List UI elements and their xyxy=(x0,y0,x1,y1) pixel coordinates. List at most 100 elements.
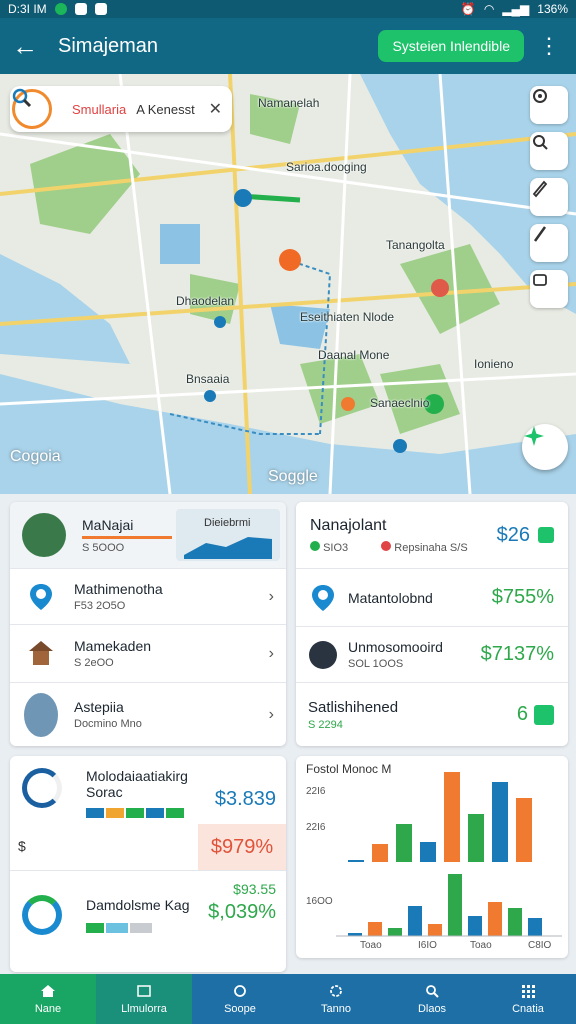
page-title: Simajeman xyxy=(58,34,159,57)
map-view[interactable]: Namanelah Sarioa.dooging Tanangolta Dhao… xyxy=(0,74,576,494)
avatar xyxy=(306,638,340,672)
nav-simulation[interactable]: Llmulorra xyxy=(96,974,192,1024)
chart-bar xyxy=(348,860,364,862)
chart-bar xyxy=(492,782,508,862)
list-item-sub: Docmino Mno xyxy=(74,718,142,730)
mini-chart: Dieiebrmi xyxy=(176,509,280,561)
back-arrow-icon[interactable]: ← xyxy=(12,31,42,62)
chart-bar xyxy=(528,918,542,936)
map-watermark-center: Soggle xyxy=(268,468,318,485)
search-icon xyxy=(12,88,52,129)
chart-bar xyxy=(488,902,502,936)
finance-value: $26 xyxy=(496,523,530,546)
donut-chart-icon xyxy=(22,894,62,935)
map-label: Bnsaaia xyxy=(186,372,230,386)
nav-discover[interactable]: Dlaos xyxy=(384,974,480,1024)
list-item-value: 6 xyxy=(516,703,528,725)
nav-grid[interactable]: Cnatia xyxy=(480,974,576,1024)
stats-item[interactable]: Molodaiaatiakirg Sorac $3.839 $ $979% xyxy=(10,756,286,870)
nav-label: Llmulorra xyxy=(121,1003,167,1015)
list-item[interactable]: Unmosomooird SOL 1OOS $7137% xyxy=(296,626,568,682)
map-canvas xyxy=(0,74,576,494)
alarm-icon: ⏰ xyxy=(460,2,476,16)
list-item[interactable]: Mathimenotha F53 2O5O › xyxy=(10,568,286,624)
nav-label: Cnatia xyxy=(512,1003,544,1015)
chevron-right-icon: › xyxy=(268,587,274,605)
chart-bar xyxy=(368,922,382,936)
more-options-icon[interactable]: ⋮ xyxy=(534,33,564,59)
color-bar xyxy=(86,922,190,933)
card-title: MaNajai xyxy=(82,516,134,533)
stats-sub: Sorac xyxy=(86,784,123,800)
list-item-title: Unmosomooird xyxy=(348,639,443,655)
chevron-right-icon: › xyxy=(268,644,274,662)
list-item-title: Matantolobnd xyxy=(348,589,433,606)
map-label: Eseithiaten Nlode xyxy=(300,310,395,324)
map-label: Sarioa.dooging xyxy=(286,160,367,174)
list-item-value: $7137% xyxy=(480,643,554,665)
map-label: Dhaodelan xyxy=(176,294,235,308)
chart-bar xyxy=(408,906,422,936)
list-item-sub: F53 2O5O xyxy=(74,600,126,612)
list-item-title: Mathimenotha xyxy=(74,581,163,597)
search-chip-label: Smullaria xyxy=(72,101,127,117)
notification-icon xyxy=(74,3,87,15)
close-icon[interactable]: ✕ xyxy=(209,99,222,119)
chart-bar xyxy=(516,798,532,862)
search-icon[interactable] xyxy=(530,132,568,170)
settings-icon[interactable] xyxy=(530,86,568,124)
chart-bar xyxy=(396,824,412,862)
brush-icon[interactable] xyxy=(530,224,568,262)
stats-item[interactable]: Damdolsme Kag $93.55 $,039% xyxy=(10,870,286,958)
search-chip-label-2: A Kenesst xyxy=(136,101,195,117)
chart-bar xyxy=(388,928,402,936)
chart-bar xyxy=(468,916,482,936)
chart-bar xyxy=(372,844,388,862)
x-tick-label: C8IO xyxy=(528,940,552,951)
nav-scope[interactable]: Soope xyxy=(192,974,288,1024)
system-button[interactable]: Systeien Inlendible xyxy=(378,30,524,62)
search-icon xyxy=(234,985,246,997)
nav-label: Tanno xyxy=(321,1003,351,1015)
bar-chart-card: Fostol Monoc M 22I6 22I6 16OO Toao I6IO … xyxy=(296,756,568,958)
nav-home[interactable]: Nane xyxy=(0,974,96,1024)
notification-icon-2 xyxy=(94,3,107,15)
list-item[interactable]: Satlishihened S 2294 6 xyxy=(296,682,568,746)
map-search-chip[interactable]: Smullaria A Kenesst ✕ xyxy=(10,86,232,132)
nav-label: Dlaos xyxy=(417,1003,447,1015)
finance-card: Nanajolant SIO3 Repsinaha S/S $26 Matant… xyxy=(296,502,568,746)
layers-icon[interactable] xyxy=(530,270,568,308)
compass-icon[interactable] xyxy=(522,424,568,470)
list-item[interactable]: Matantolobnd $755% xyxy=(296,568,568,626)
finance-title: Nanajolant xyxy=(310,516,387,534)
app-bar: ← Simajeman Systeien Inlendible ⋮ xyxy=(0,18,576,74)
pencil-icon[interactable] xyxy=(530,178,568,216)
alert-dot-icon xyxy=(381,540,392,551)
location-pin-icon xyxy=(306,581,340,615)
list-item[interactable]: Mamekaden S 2eOO › xyxy=(10,624,286,682)
map-label: Sanaeclnio xyxy=(370,396,430,410)
signal-icon: ▂▄▆ xyxy=(502,2,530,16)
wifi-icon: ◠ xyxy=(483,2,495,16)
chevron-right-icon: › xyxy=(268,705,274,723)
finance-header[interactable]: Nanajolant SIO3 Repsinaha S/S $26 xyxy=(296,502,568,568)
list-item-value: $755% xyxy=(491,586,554,608)
map-label: Daanal Mone xyxy=(318,348,390,362)
battery-level: 136% xyxy=(537,2,568,16)
chart-bar xyxy=(468,814,484,862)
nav-tanno[interactable]: Tanno xyxy=(288,974,384,1024)
stats-card: Molodaiaatiakirg Sorac $3.839 $ $979% Da… xyxy=(10,756,286,972)
map-watermark: Cogoia xyxy=(10,448,61,465)
stats-value-2: $,039% xyxy=(208,901,276,923)
stats-badge: $979% xyxy=(198,824,286,870)
places-card: MaNajai S 5OOO Dieiebrmi Mathimenotha F53… xyxy=(10,502,286,746)
wallet-icon xyxy=(538,527,554,543)
list-item[interactable]: Astepiia Docmino Mno › xyxy=(10,682,286,746)
stats-value: $93.55 xyxy=(233,881,276,897)
chart-bar xyxy=(420,842,436,862)
places-card-header[interactable]: MaNajai S 5OOO Dieiebrmi xyxy=(10,502,286,568)
map-label: Ionieno xyxy=(474,357,514,371)
list-item-title: Mamekaden xyxy=(74,638,152,654)
bottom-nav: Nane Llmulorra Soope Tanno Dlaos Cnatia xyxy=(0,974,576,1024)
color-bar xyxy=(86,808,188,818)
